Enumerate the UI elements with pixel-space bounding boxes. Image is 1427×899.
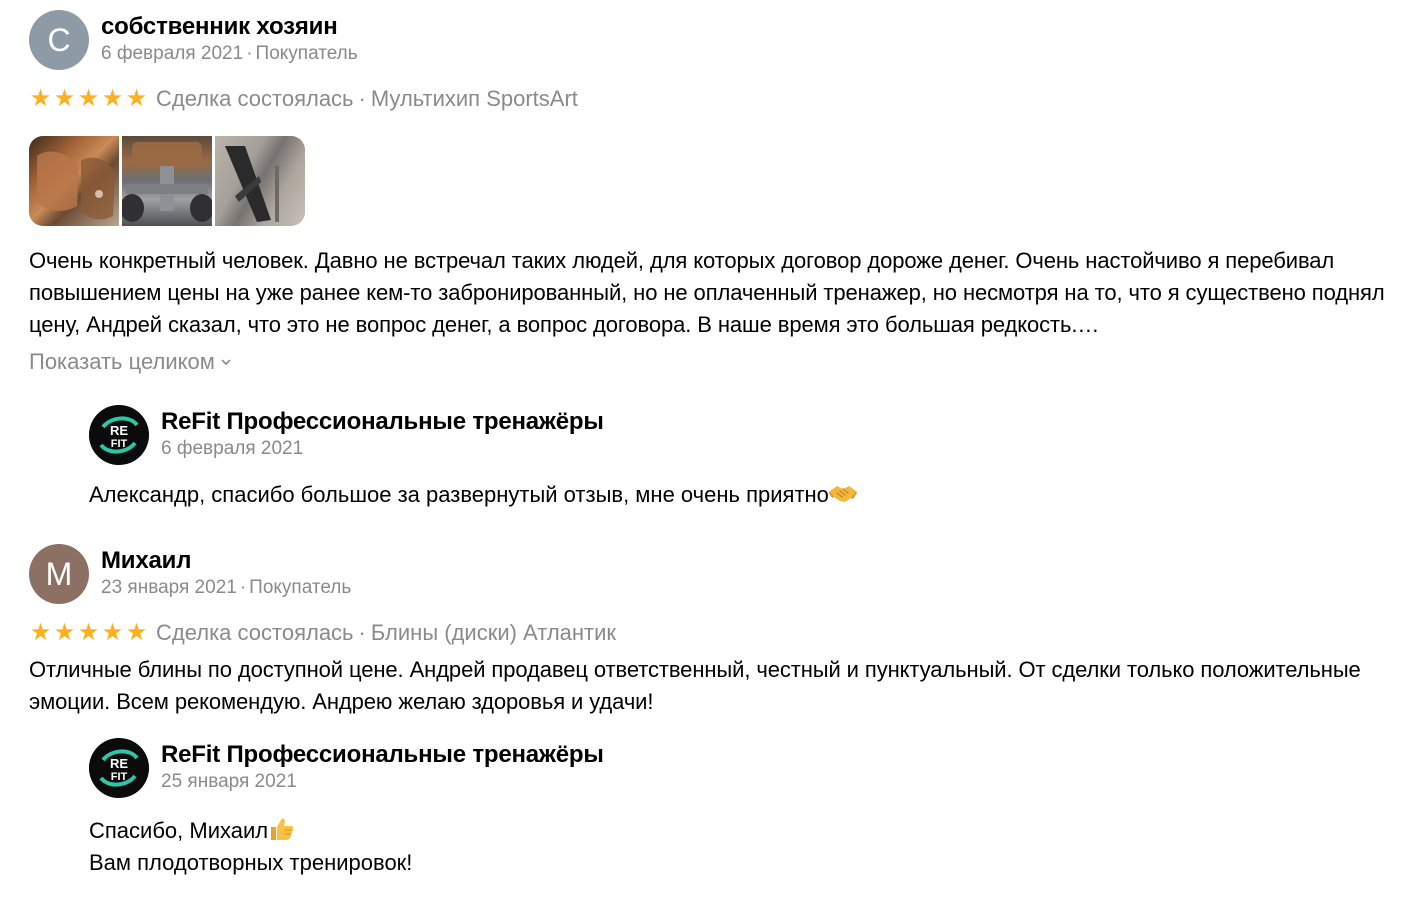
star-icon: ★ [29, 619, 52, 646]
review-photo-thumbnail[interactable] [215, 136, 305, 226]
handshake-icon [828, 486, 857, 502]
rating-row: ★ ★ ★ ★ ★ Сделка состоялась · Мультихип Sp… [29, 82, 1399, 116]
deal-info: Сделка состоялась · Блины (диски) Атлантик [156, 618, 616, 648]
refit-logo-icon: RE FIT [89, 738, 149, 798]
meta-separator: · [239, 577, 247, 598]
review-meta: 6 февраля 2021 · Покупатель [101, 41, 358, 67]
deal-status: Сделка состоялась [156, 620, 354, 645]
deal-info: Сделка состоялась · Мультихип SportsArt [156, 84, 578, 114]
review-author-row: С собственник хозяин 6 февраля 2021 · Поку… [29, 10, 1399, 72]
star-rating: ★ ★ ★ ★ ★ [29, 87, 148, 111]
deal-item: Мультихип SportsArt [370, 86, 578, 111]
review-card: М Михаил 23 января 2021 · Покупатель ★ ★ ★… [29, 544, 1399, 879]
show-more-label: Показать целиком [29, 349, 215, 374]
star-icon: ★ [101, 85, 124, 112]
reply-date: 25 января 2021 [161, 771, 297, 792]
reply-text-line-2: Вам плодотворных тренировок! [89, 850, 413, 875]
shop-name[interactable]: ReFit Профессиональные тренажёры [161, 407, 604, 437]
seller-reply: RE FIT ReFit Профессиональные тренажёры … [89, 738, 1399, 879]
photo-image [122, 142, 212, 222]
deal-status: Сделка состоялась [156, 86, 354, 111]
star-icon: ★ [53, 85, 76, 112]
reviews-page: С собственник хозяин 6 февраля 2021 · Поку… [0, 0, 1427, 899]
star-icon: ★ [125, 619, 148, 646]
chevron-down-icon [221, 359, 231, 365]
reply-date: 6 февраля 2021 [161, 438, 304, 459]
reply-text-line: Александр, спасибо большое за развернуты… [89, 482, 829, 507]
reply-text: Александр, спасибо большое за развернуты… [89, 479, 1399, 511]
thumbs-up-icon [271, 818, 294, 840]
reply-text: Спасибо, Михаил Вам плодотворных трениро… [89, 815, 1399, 879]
deal-item: Блины (диски) Атлантик [370, 620, 617, 645]
avatar[interactable]: М [29, 544, 89, 604]
show-more-button[interactable]: Показать целиком [29, 347, 1399, 377]
photo-image [37, 151, 115, 220]
logo-text-top: RE [110, 423, 128, 438]
review-card: С собственник хозяин 6 февраля 2021 · Поку… [29, 10, 1399, 511]
star-icon: ★ [53, 619, 76, 646]
review-photo-thumbnail[interactable] [122, 136, 212, 226]
seller-reply: RE FIT ReFit Профессиональные тренажёры … [89, 405, 1399, 511]
reply-header: RE FIT ReFit Профессиональные тренажёры … [89, 738, 1399, 800]
rating-row: ★ ★ ★ ★ ★ Сделка состоялась · Блины (диски… [29, 616, 1399, 650]
shop-info: ReFit Профессиональные тренажёры 25 янва… [161, 738, 604, 795]
shop-logo[interactable]: RE FIT [89, 405, 149, 465]
author-role: Покупатель [249, 577, 352, 598]
refit-logo-icon: RE FIT [89, 405, 149, 465]
review-author-row: М Михаил 23 января 2021 · Покупатель [29, 544, 1399, 606]
star-icon: ★ [125, 85, 148, 112]
shop-name[interactable]: ReFit Профессиональные тренажёры [161, 740, 604, 770]
star-icon: ★ [101, 619, 124, 646]
deal-separator: · [358, 620, 366, 645]
review-date: 23 января 2021 [101, 577, 237, 598]
star-icon: ★ [77, 85, 100, 112]
logo-text-bottom: FIT [111, 771, 128, 783]
review-photos [29, 136, 1399, 226]
logo-text-bottom: FIT [111, 438, 128, 450]
shop-info: ReFit Профессиональные тренажёры 6 февра… [161, 405, 604, 462]
author-info: собственник хозяин 6 февраля 2021 · Покупа… [101, 10, 358, 67]
star-icon: ★ [29, 85, 52, 112]
deal-separator: · [358, 86, 366, 111]
author-name[interactable]: собственник хозяин [101, 12, 358, 42]
star-icon: ★ [77, 619, 100, 646]
author-info: Михаил 23 января 2021 · Покупатель [101, 544, 351, 601]
photo-image [215, 136, 305, 226]
logo-text-top: RE [110, 756, 128, 771]
review-text: Очень конкретный человек. Давно не встре… [29, 248, 1385, 337]
author-name[interactable]: Михаил [101, 546, 351, 576]
author-role: Покупатель [255, 43, 358, 64]
reply-text-line-1: Спасибо, Михаил [89, 818, 269, 843]
meta-separator: · [246, 43, 253, 64]
review-date: 6 февраля 2021 [101, 43, 244, 64]
reply-header: RE FIT ReFit Профессиональные тренажёры … [89, 405, 1399, 467]
review-text: Отличные блины по доступной цене. Андрей… [29, 657, 1361, 714]
reply-text-line: Спасибо, Михаил [89, 815, 1399, 847]
review-photo-thumbnail[interactable] [29, 136, 119, 226]
star-rating: ★ ★ ★ ★ ★ [29, 621, 148, 645]
avatar[interactable]: С [29, 10, 89, 70]
shop-logo[interactable]: RE FIT [89, 738, 149, 798]
review-meta: 23 января 2021 · Покупатель [101, 575, 351, 601]
